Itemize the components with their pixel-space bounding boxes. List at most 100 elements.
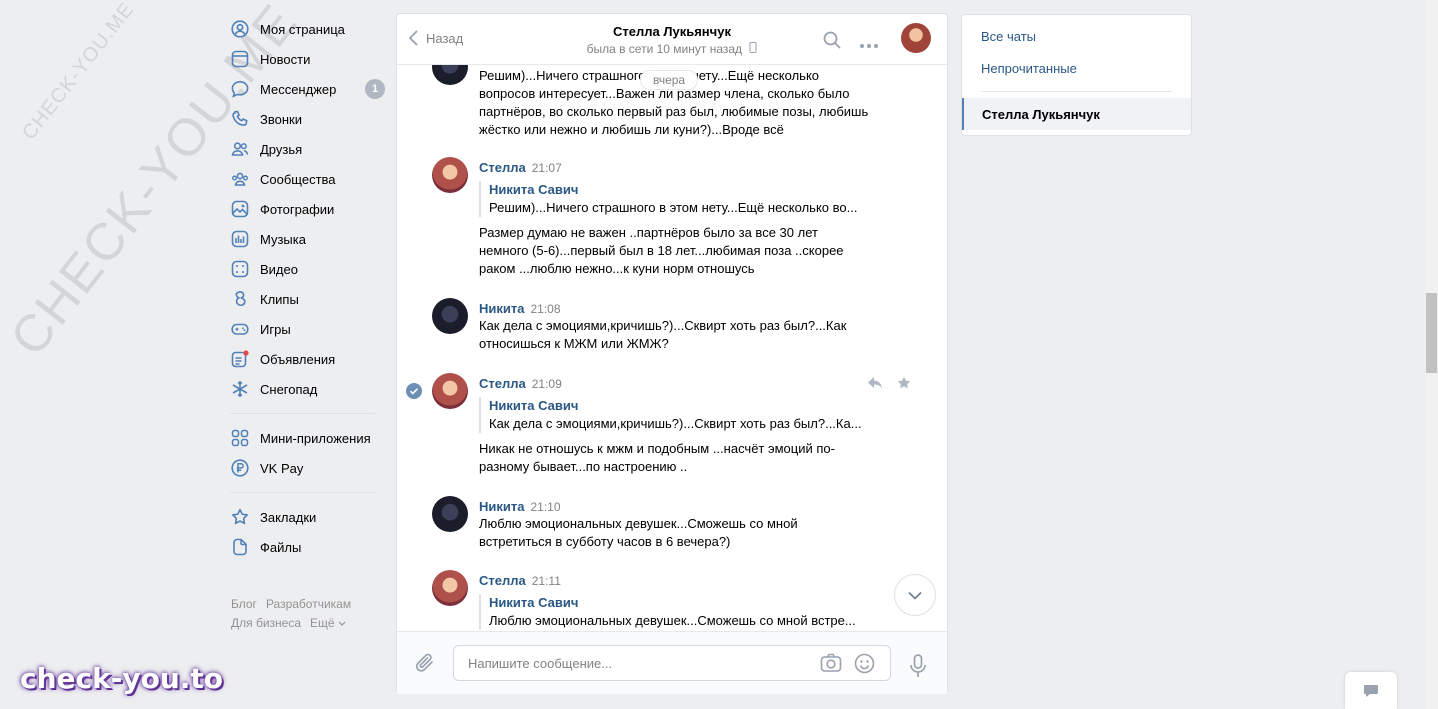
nav-item[interactable]: Закладки [230, 502, 385, 532]
selected-check-icon[interactable] [406, 383, 422, 399]
nav-item-label: VK Pay [260, 460, 304, 476]
quote-text: Как дела с эмоциями,кричишь?)...Сквирт х… [489, 416, 862, 431]
floating-chat-button[interactable] [1345, 672, 1397, 709]
footer-link-more[interactable]: Ещё [310, 616, 346, 630]
peer-status-text: была в сети 10 минут назад [586, 42, 743, 56]
smile-icon [854, 653, 875, 674]
avatar[interactable] [432, 65, 468, 85]
nav-item[interactable]: Моя страница [230, 14, 385, 44]
message-header: Никита 21:10 [479, 499, 561, 514]
nav-item[interactable]: Видео [230, 254, 385, 284]
author-name[interactable]: Стелла [479, 573, 526, 588]
reply-icon[interactable] [867, 376, 883, 390]
active-chat-label: Стелла Лукьянчук [982, 107, 1100, 122]
nav-item[interactable]: Фотографии [230, 194, 385, 224]
author-name[interactable]: Никита [479, 499, 524, 514]
nav-item[interactable]: Новости [230, 44, 385, 74]
message-time[interactable]: 21:11 [532, 574, 561, 588]
nav-item[interactable]: Мессенджер 1 [230, 74, 385, 104]
nav-item[interactable]: Друзья [230, 134, 385, 164]
quote-author: Никита Савич [489, 595, 579, 610]
author-name[interactable]: Стелла [479, 376, 526, 391]
search-icon [823, 31, 841, 49]
message-text: Размер думаю не важен ..партнёров было з… [479, 225, 844, 276]
date-pill: вчера [640, 70, 699, 90]
attach-button[interactable] [415, 652, 435, 677]
friends-icon [230, 139, 250, 159]
nav-item[interactable]: Музыка [230, 224, 385, 254]
page-scrollbar-thumb[interactable] [1426, 293, 1437, 373]
nav-item[interactable]: VK Pay [230, 453, 385, 483]
message-time[interactable]: 21:07 [532, 161, 562, 175]
ads-icon [230, 349, 250, 369]
more-button[interactable] [860, 36, 878, 51]
apps-icon [230, 428, 250, 448]
nav-item[interactable]: Сообщества [230, 164, 385, 194]
message-list[interactable]: вчера Решим)...Ничего страшного в этом н… [397, 65, 947, 631]
nav-item-label: Сообщества [260, 171, 336, 187]
message-time[interactable]: 21:09 [532, 377, 562, 391]
avatar[interactable] [432, 570, 468, 606]
footer-link-developers[interactable]: Разработчикам [266, 597, 351, 611]
message-actions [867, 376, 911, 390]
camera-button[interactable] [820, 653, 842, 676]
avatar[interactable] [432, 298, 468, 334]
nav-group-apps: Мини-приложения VK Pay [230, 423, 385, 483]
avatar[interactable] [432, 373, 468, 409]
nav-item-label: Музыка [260, 231, 306, 247]
nav-group-main: Моя страница Новости Мессенджер 1 Звонки Друз… [230, 14, 385, 404]
voice-button[interactable] [909, 654, 927, 681]
nav-divider [230, 492, 375, 493]
active-chat-item[interactable]: Стелла Лукьянчук [962, 98, 1191, 130]
message-header: Стелла 21:11 [479, 573, 561, 588]
nav-item[interactable]: Снегопад [230, 374, 385, 404]
scroll-down-button[interactable] [894, 574, 936, 616]
snowflake-icon [230, 379, 250, 399]
author-name[interactable]: Стелла [479, 160, 526, 175]
author-name[interactable]: Никита [479, 301, 524, 316]
mobile-icon [749, 42, 757, 53]
nav-item[interactable]: Клипы [230, 284, 385, 314]
search-button[interactable] [823, 31, 841, 52]
nav-item-label: Фотографии [260, 201, 335, 217]
nav-item-label: Снегопад [260, 381, 318, 397]
clips-icon [230, 289, 250, 309]
emoji-button[interactable] [854, 653, 875, 677]
star-icon [230, 507, 250, 527]
nav-item[interactable]: Объявления [230, 344, 385, 374]
all-chats-link[interactable]: Все чаты [981, 29, 1036, 44]
nav-item[interactable]: Мини-приложения [230, 423, 385, 453]
message-time[interactable]: 21:10 [530, 500, 560, 514]
nav-item-label: Объявления [260, 351, 336, 367]
avatar[interactable] [432, 157, 468, 193]
nav-item[interactable]: Звонки [230, 104, 385, 134]
message-header: Стелла 21:09 [479, 376, 562, 391]
footer-more-label: Ещё [310, 616, 335, 630]
unread-chats-link[interactable]: Непрочитанные [981, 61, 1077, 76]
left-nav: Моя страница Новости Мессенджер 1 Звонки Друз… [230, 14, 385, 562]
chat-filter-panel: Все чаты Непрочитанные Стелла Лукьянчук [961, 14, 1192, 136]
news-icon [230, 49, 250, 69]
footer-link-business[interactable]: Для бизнеса [231, 616, 301, 630]
message-text: Никак не отношусь к мжм и подобным ...на… [479, 441, 835, 474]
reply-quote[interactable]: Никита Савич Люблю эмоциональных девушек… [479, 594, 874, 630]
nav-item-label: Друзья [260, 141, 303, 157]
nav-item-label: Игры [260, 321, 291, 337]
message-input[interactable] [466, 655, 810, 672]
reply-quote[interactable]: Никита Савич Как дела с эмоциями,кричишь… [479, 397, 874, 433]
nav-item[interactable]: Файлы [230, 532, 385, 562]
camera-icon [820, 653, 842, 672]
star-icon[interactable] [897, 376, 911, 390]
quote-author: Никита Савич [489, 398, 579, 413]
panel-divider [981, 91, 1172, 92]
message-time[interactable]: 21:08 [530, 302, 560, 316]
message-text: Как дела с эмоциями,кричишь?)...Сквирт х… [479, 318, 847, 351]
nav-item[interactable]: Игры [230, 314, 385, 344]
avatar[interactable] [432, 496, 468, 532]
chat-panel: Назад Стелла Лукьянчук была в сети 10 ми… [396, 13, 948, 694]
peer-avatar[interactable] [901, 23, 931, 53]
message-header: Стелла 21:07 [479, 160, 562, 175]
watermark-small: CHECK-YOU.ME [18, 0, 139, 144]
reply-quote[interactable]: Никита Савич Решим)...Ничего страшного в… [479, 181, 874, 217]
footer-link-blog[interactable]: Блог [231, 597, 257, 611]
